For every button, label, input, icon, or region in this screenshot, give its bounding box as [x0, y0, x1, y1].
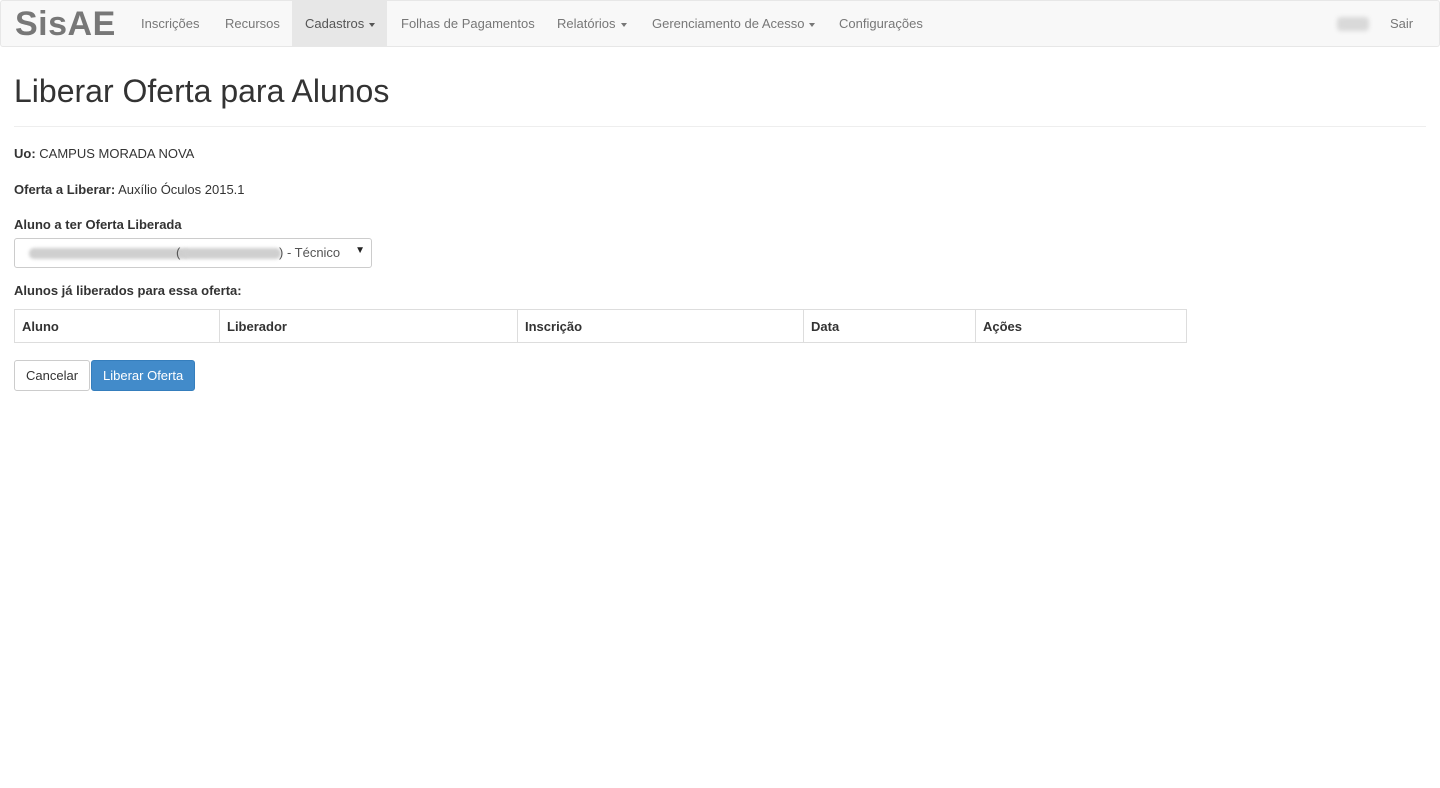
aluno-select-suffix: ) - Técnico ( [279, 245, 344, 260]
oferta-value: Auxílio Óculos 2015.1 [118, 182, 245, 197]
col-acoes: Ações [975, 309, 1187, 343]
aluno-select-open-paren: ( [176, 245, 181, 260]
liberados-table: Aluno Liberador Inscrição Data Ações [14, 309, 1187, 343]
liberar-oferta-button[interactable]: Liberar Oferta [91, 360, 196, 391]
col-data: Data [803, 309, 976, 343]
brand-logo[interactable]: SisAE [15, 4, 116, 44]
dropdown-arrow-icon: ▼ [355, 245, 365, 256]
aluno-name-redacted [29, 248, 189, 259]
liberados-label-text: Alunos já liberados para essa oferta: [14, 283, 242, 298]
chevron-down-icon [620, 22, 627, 27]
aluno-id-redacted [183, 248, 281, 259]
col-liberador: Liberador [219, 309, 518, 343]
cancel-button[interactable]: Cancelar [14, 360, 91, 391]
nav-gerenciamento-label: Gerenciamento de Acesso [652, 16, 805, 31]
uo-label: Uo: [14, 146, 36, 161]
aluno-select-label-text: Aluno a ter Oferta Liberada [14, 217, 182, 232]
oferta-label: Oferta a Liberar: [14, 182, 116, 197]
nav-relatorios[interactable]: Relatórios [544, 1, 640, 46]
chevron-down-icon [369, 22, 376, 27]
nav-gerenciamento-de-acesso[interactable]: Gerenciamento de Acesso [639, 1, 828, 46]
chevron-down-icon [809, 22, 816, 27]
top-navbar: SisAE Inscrições Recursos Cadastros Folh… [0, 0, 1440, 47]
liberados-label: Alunos já liberados para essa oferta: [14, 282, 242, 300]
uo-info: Uo: CAMPUS MORADA NOVA [14, 145, 194, 163]
nav-folhas-label: Folhas de Pagamentos [401, 16, 535, 31]
aluno-select-label: Aluno a ter Oferta Liberada [14, 216, 182, 234]
nav-configuracoes[interactable]: Configurações [826, 1, 936, 46]
logout-link[interactable]: Sair [1377, 1, 1426, 46]
nav-inscricoes-label: Inscrições [141, 16, 200, 31]
aluno-select[interactable]: ( ) - Técnico ( ▼ [14, 238, 372, 268]
col-inscricao: Inscrição [517, 309, 804, 343]
nav-recursos[interactable]: Recursos [212, 1, 293, 46]
nav-configuracoes-label: Configurações [839, 16, 923, 31]
user-name-redacted[interactable] [1337, 17, 1369, 31]
oferta-info: Oferta a Liberar: Auxílio Óculos 2015.1 [14, 181, 245, 199]
nav-folhas-de-pagamentos[interactable]: Folhas de Pagamentos [388, 1, 548, 46]
col-aluno: Aluno [14, 309, 220, 343]
title-divider [14, 126, 1426, 127]
page-title: Liberar Oferta para Alunos [14, 73, 390, 109]
uo-value: CAMPUS MORADA NOVA [39, 146, 195, 161]
nav-relatorios-label: Relatórios [557, 16, 616, 31]
nav-cadastros-label: Cadastros [305, 16, 365, 31]
nav-inscricoes[interactable]: Inscrições [128, 1, 213, 46]
nav-recursos-label: Recursos [225, 16, 280, 31]
table-header-row: Aluno Liberador Inscrição Data Ações [14, 309, 1187, 343]
logout-label: Sair [1390, 16, 1414, 31]
nav-cadastros[interactable]: Cadastros [292, 1, 387, 46]
